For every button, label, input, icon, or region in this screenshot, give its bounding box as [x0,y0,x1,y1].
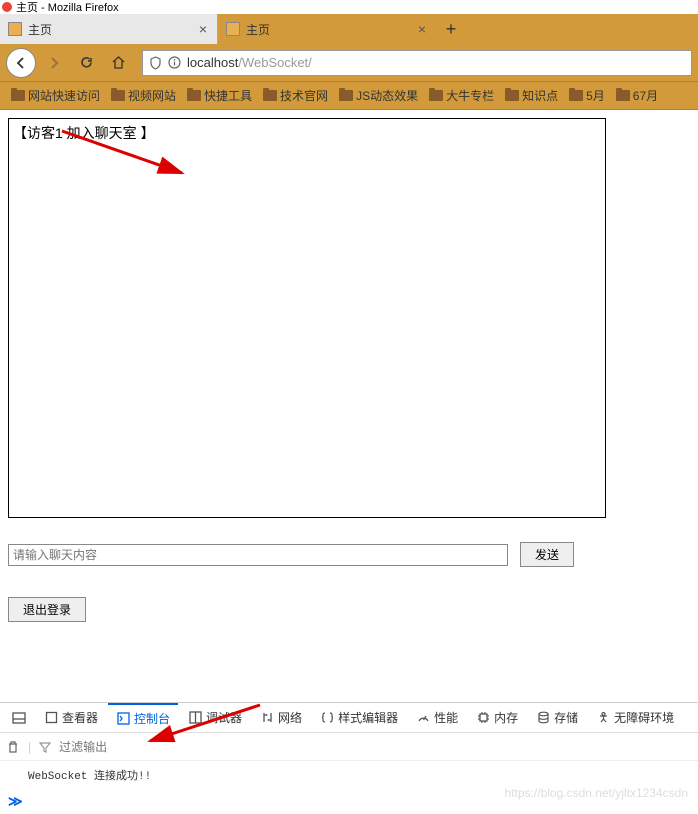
style-icon [320,711,334,725]
folder-icon [339,90,353,101]
bookmark-item[interactable]: 67月 [611,84,663,107]
close-icon[interactable]: × [416,21,428,37]
browser-tabs: 主页 × 主页 × + [0,14,698,44]
folder-icon [505,90,519,101]
arrow-right-icon [47,56,61,70]
info-icon[interactable] [168,56,181,69]
devtools-filter-row: | [0,733,698,761]
folder-icon [616,90,630,101]
tab-title: 主页 [28,21,191,38]
window-titlebar: 主页 - Mozilla Firefox [0,0,698,14]
home-button[interactable] [104,49,132,77]
devtools-tab-storage[interactable]: 存储 [528,703,586,733]
reload-button[interactable] [72,49,100,77]
devtools-tab-inspector[interactable]: 查看器 [36,703,106,733]
reload-icon [79,55,94,70]
logout-button[interactable]: 退出登录 [8,597,86,622]
clear-console-button[interactable] [6,740,20,754]
favicon-icon [8,22,22,36]
bookmark-item[interactable]: 技术官网 [258,84,333,107]
folder-icon [11,90,25,101]
bookmark-item[interactable]: 网站快速访问 [6,84,105,107]
arrow-left-icon [14,56,28,70]
dock-icon [12,711,26,725]
close-icon[interactable]: × [197,21,209,37]
send-button[interactable]: 发送 [520,542,574,567]
devtools-tab-performance[interactable]: 性能 [408,703,466,733]
tab-1[interactable]: 主页 × [218,14,436,44]
bookmark-item[interactable]: 大牛专栏 [424,84,499,107]
trash-icon [6,740,20,754]
folder-icon [429,90,443,101]
devtools-dock-button[interactable] [4,703,34,733]
watermark-text: https://blog.csdn.net/yjltx1234csdn [505,786,688,800]
window-title: 主页 - Mozilla Firefox [16,0,119,14]
devtools-tabs: 查看器 控制台 调试器 网络 样式编辑器 性能 内存 存储 [0,703,698,733]
page-content: 【访客1 加入聊天室 】 发送 退出登录 [0,110,698,630]
bookmark-item[interactable]: 快捷工具 [182,84,257,107]
favicon-icon [226,22,240,36]
folder-icon [263,90,277,101]
bookmark-item[interactable]: 视频网站 [106,84,181,107]
devtools-tab-memory[interactable]: 内存 [468,703,526,733]
console-message: WebSocket 连接成功!! [28,771,151,783]
shield-icon[interactable] [149,56,162,70]
bookmark-item[interactable]: JS动态效果 [334,84,423,107]
storage-icon [536,711,550,725]
navigation-bar: localhost/WebSocket/ [0,44,698,82]
home-icon [111,55,126,70]
devtools-tab-console[interactable]: 控制台 [108,703,178,733]
forward-button [40,49,68,77]
inspector-icon [44,711,58,725]
tab-title: 主页 [246,21,410,38]
devtools-tab-debugger[interactable]: 调试器 [180,703,250,733]
folder-icon [111,90,125,101]
chat-input[interactable] [8,544,508,566]
new-tab-button[interactable]: + [436,14,466,44]
folder-icon [187,90,201,101]
debugger-icon [188,711,202,725]
bookmark-item[interactable]: 知识点 [500,84,563,107]
devtools-panel: 查看器 控制台 调试器 网络 样式编辑器 性能 内存 存储 [0,702,698,814]
performance-icon [416,711,430,725]
chat-input-row: 发送 [8,542,690,567]
accessibility-icon [596,711,610,725]
console-output: WebSocket 连接成功!! [0,761,698,789]
chat-message: 【访客1 加入聊天室 】 [13,125,155,141]
back-button[interactable] [6,48,36,78]
devtools-tab-network[interactable]: 网络 [252,703,310,733]
firefox-logo-icon [2,2,12,12]
memory-icon [476,711,490,725]
tab-0[interactable]: 主页 × [0,14,218,44]
devtools-tab-style[interactable]: 样式编辑器 [312,703,406,733]
url-text: localhost/WebSocket/ [187,55,685,70]
url-bar[interactable]: localhost/WebSocket/ [142,50,692,76]
devtools-tab-accessibility[interactable]: 无障碍环境 [588,703,682,733]
bookmark-item[interactable]: 5月 [564,84,610,107]
network-icon [260,711,274,725]
console-icon [116,712,130,726]
chat-messages-box: 【访客1 加入聊天室 】 [8,118,606,518]
console-filter-input[interactable] [59,740,692,754]
folder-icon [569,90,583,101]
bookmarks-bar: 网站快速访问 视频网站 快捷工具 技术官网 JS动态效果 大牛专栏 知识点 5月… [0,82,698,110]
filter-icon [39,741,51,753]
